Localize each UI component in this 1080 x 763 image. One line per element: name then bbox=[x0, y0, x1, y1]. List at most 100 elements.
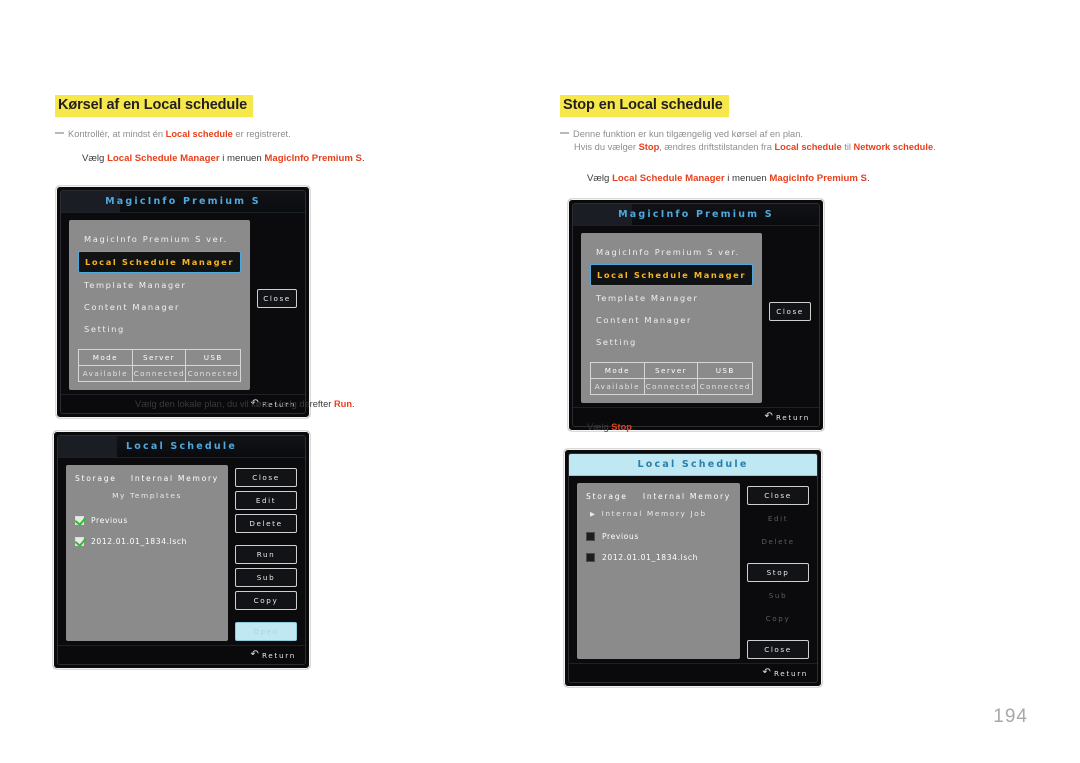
menu-item-setting[interactable]: Setting bbox=[590, 332, 753, 352]
left-note: Kontrollér, at mindst én Local schedule … bbox=[55, 128, 455, 141]
osd-title-4: Local Schedule bbox=[637, 459, 749, 470]
list-header-memory: Internal Memory bbox=[642, 492, 731, 501]
list-item[interactable]: 2012.01.01_1834.lsch bbox=[586, 553, 731, 562]
menu-panel: MagicInfo Premium S ver. Local Schedule … bbox=[69, 220, 251, 390]
osd-titlebar-3: MagicInfo Premium S bbox=[573, 204, 819, 226]
run-button[interactable]: Run bbox=[235, 545, 297, 564]
menu-item-content-manager[interactable]: Content Manager bbox=[590, 310, 753, 330]
schedule-list-panel: Storage Internal Memory My Templates Pre… bbox=[66, 465, 228, 641]
return-label: Return bbox=[773, 668, 808, 678]
checkbox-icon[interactable] bbox=[586, 553, 595, 562]
instr-bold-mips: MagicInfo Premium S bbox=[264, 153, 362, 164]
list-header-storage: Storage bbox=[586, 492, 628, 501]
status-header-mode: Mode bbox=[591, 363, 645, 379]
menu-item-content-manager[interactable]: Content Manager bbox=[78, 297, 241, 317]
osd-footer-2: ↶ Return bbox=[58, 645, 305, 664]
menu-item-version: MagicInfo Premium S ver. bbox=[84, 234, 228, 244]
instr-mid: i menuen bbox=[724, 173, 770, 184]
status-header-server: Server bbox=[644, 363, 699, 379]
checkbox-icon[interactable] bbox=[75, 516, 84, 525]
return-label: Return bbox=[261, 650, 296, 660]
status-value-server: Connected bbox=[133, 366, 187, 381]
osd-window-2: Local Schedule Storage Internal Memory M… bbox=[57, 435, 306, 665]
right-caption: Vælg Stop. bbox=[587, 421, 887, 435]
list-header-memory: Internal Memory bbox=[130, 474, 219, 483]
return-arrow-icon: ↶ bbox=[762, 667, 771, 678]
instr-bold-lsm: Local Schedule Manager bbox=[107, 153, 220, 164]
left-screenshot-menu: MagicInfo Premium S MagicInfo Premium S … bbox=[55, 185, 311, 419]
list-item[interactable]: 2012.01.01_1834.lsch bbox=[75, 537, 219, 546]
expand-arrow-icon[interactable]: ▶ bbox=[590, 510, 597, 518]
list-item[interactable]: Previous bbox=[75, 516, 219, 525]
rn-mid2: til bbox=[841, 142, 854, 153]
edit-button[interactable]: Edit bbox=[235, 491, 297, 510]
status-header-mode: Mode bbox=[79, 350, 133, 366]
sub-button: Sub bbox=[768, 591, 788, 600]
list-item-label: Previous bbox=[602, 532, 639, 541]
note-text-post: er registreret. bbox=[232, 129, 291, 139]
left-section-heading: Kørsel af en Local schedule bbox=[55, 95, 254, 117]
menu-item-template-manager[interactable]: Template Manager bbox=[78, 275, 241, 295]
list-header-2: Storage Internal Memory bbox=[586, 492, 731, 501]
list-body: Previous 2012.01.01_1834.lsch bbox=[75, 516, 219, 602]
stop-button[interactable]: Stop bbox=[747, 563, 809, 582]
delete-button[interactable]: Delete bbox=[235, 514, 297, 533]
right-note-line1: Denne funktion er kun tilgængelig ved kø… bbox=[573, 129, 803, 139]
list-header-storage: Storage bbox=[75, 474, 117, 483]
menu-item-local-schedule-manager[interactable]: Local Schedule Manager bbox=[78, 251, 242, 273]
osd-body-2: Storage Internal Memory My Templates Pre… bbox=[58, 458, 305, 645]
note-dash-icon bbox=[560, 132, 569, 134]
caption-pre: Vælg bbox=[587, 422, 612, 432]
instr-bold-mips: MagicInfo Premium S bbox=[769, 173, 867, 184]
right-instruction: Vælg Local Schedule Manager i menuen Mag… bbox=[560, 172, 1020, 186]
page-number: 194 bbox=[993, 706, 1028, 727]
list-item[interactable]: Previous bbox=[586, 532, 731, 541]
schedule-list-panel-2: Storage Internal Memory ▶ Internal Memory… bbox=[577, 483, 740, 659]
right-note-line2: Hvis du vælger Stop, ændres driftstilsta… bbox=[573, 141, 1020, 154]
left-caption: Vælg den lokale plan, du vil køre. Vælg … bbox=[135, 398, 465, 412]
menu-panel-2: MagicInfo Premium S ver. Local Schedule … bbox=[581, 233, 763, 403]
open-button[interactable]: Open bbox=[235, 622, 297, 641]
note-dash-icon bbox=[55, 132, 64, 134]
status-value-server: Connected bbox=[645, 379, 699, 394]
list-item-label: Previous bbox=[91, 516, 128, 525]
return-arrow-icon: ↶ bbox=[250, 649, 259, 660]
document-page: Kørsel af en Local schedule Kontrollér, … bbox=[0, 0, 1080, 763]
copy-button[interactable]: Copy bbox=[235, 591, 297, 610]
osd-side-buttons-3: Close bbox=[769, 233, 811, 403]
rn-bold-stop: Stop bbox=[638, 142, 660, 153]
caption-post: . bbox=[631, 422, 635, 432]
status-header-server: Server bbox=[132, 350, 187, 366]
checkbox-icon[interactable] bbox=[586, 532, 595, 541]
osd-body-4: Storage Internal Memory ▶ Internal Memory… bbox=[569, 476, 817, 663]
osd-side-buttons-2: Close Edit Delete Run Sub Copy Open bbox=[235, 465, 297, 641]
caption-pre: Vælg den lokale plan, du vil køre. Vælg … bbox=[135, 399, 334, 409]
close-button[interactable]: Close bbox=[235, 468, 297, 487]
list-subtitle-2: ▶ Internal Memory Job bbox=[586, 509, 731, 518]
checkbox-icon[interactable] bbox=[75, 537, 84, 546]
caption-post: . bbox=[352, 399, 355, 409]
list-item-label: 2012.01.01_1834.lsch bbox=[602, 553, 699, 562]
menu-item-template-manager[interactable]: Template Manager bbox=[590, 288, 753, 308]
close-button-bottom[interactable]: Close bbox=[747, 640, 809, 659]
close-button[interactable]: Close bbox=[769, 302, 811, 321]
rn-mid: , ændres driftstilstanden fra bbox=[659, 142, 775, 153]
close-button[interactable]: Close bbox=[747, 486, 809, 505]
right-screenshot-local-schedule: Local Schedule Storage Internal Memory ▶… bbox=[563, 448, 823, 688]
close-button[interactable]: Close bbox=[257, 289, 297, 308]
rn-post: . bbox=[933, 142, 936, 153]
osd-side-buttons: Close bbox=[257, 220, 297, 390]
instr-pre: Vælg bbox=[587, 173, 613, 184]
osd-title: MagicInfo Premium S bbox=[105, 196, 261, 207]
left-instruction: Vælg Local Schedule Manager i menuen Mag… bbox=[55, 152, 475, 166]
status-grid-2: Mode Server USB Available Connected Conn… bbox=[590, 362, 754, 395]
sub-button[interactable]: Sub bbox=[235, 568, 297, 587]
menu-item-local-schedule-manager[interactable]: Local Schedule Manager bbox=[590, 264, 754, 286]
status-value-usb: Connected bbox=[699, 382, 751, 391]
menu-item-setting[interactable]: Setting bbox=[78, 319, 241, 339]
note-bold-local-schedule: Local schedule bbox=[165, 129, 233, 139]
titlebar-accent-2 bbox=[58, 436, 118, 457]
osd-footer-4: ↶ Return bbox=[569, 663, 817, 682]
instr-post: . bbox=[361, 153, 365, 164]
note-text-pre: Kontrollér, at mindst én bbox=[68, 129, 166, 139]
